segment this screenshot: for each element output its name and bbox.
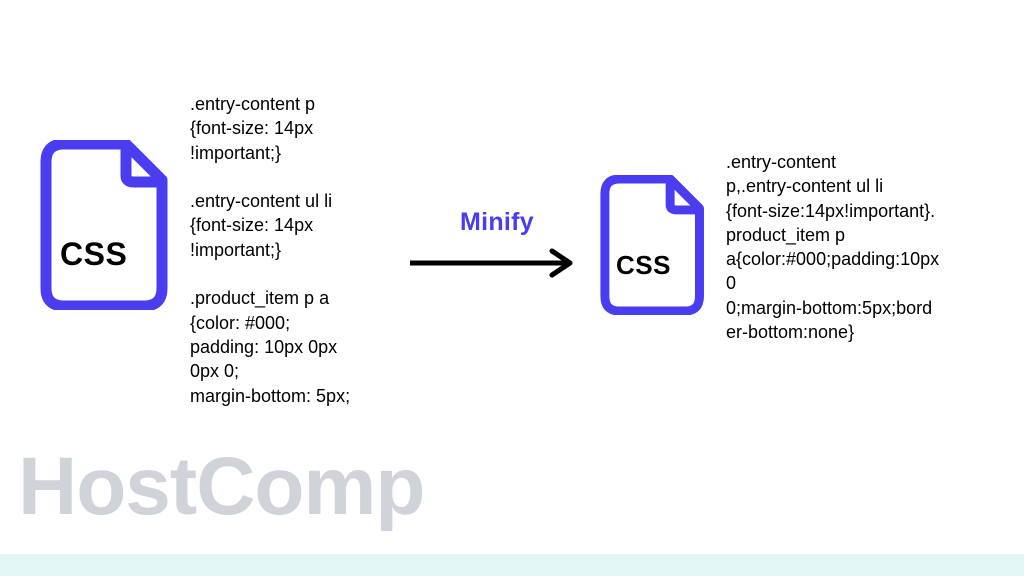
bottom-accent-strip — [0, 554, 1024, 576]
css-file-label-left: CSS — [60, 236, 127, 273]
minify-arrow-group: Minify — [402, 208, 592, 288]
watermark-text: HostComp — [18, 440, 425, 534]
file-icon — [40, 140, 170, 310]
file-icon — [600, 175, 706, 315]
minified-css-code: .entry-content p,.entry-content ul li {f… — [726, 150, 978, 344]
diagram-canvas: CSS .entry-content p {font-size: 14px !i… — [0, 0, 1024, 576]
css-file-label-right: CSS — [616, 250, 671, 281]
unminified-css-code: .entry-content p {font-size: 14px !impor… — [190, 92, 405, 408]
minify-label: Minify — [402, 208, 592, 237]
arrow-right-icon — [402, 243, 592, 283]
css-file-icon-left — [40, 140, 170, 315]
css-file-icon-right — [600, 175, 706, 320]
